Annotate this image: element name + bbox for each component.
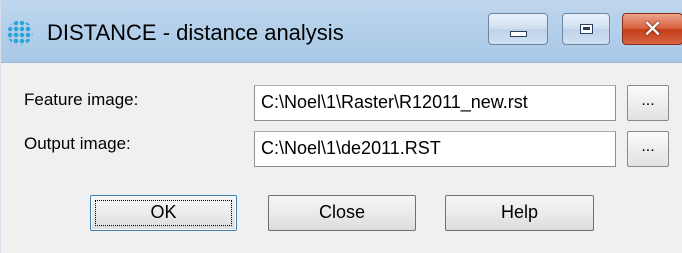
close-icon: ✕ — [642, 15, 663, 43]
feature-image-input[interactable]: C:\Noel\1\Raster\R12011_new.rst — [254, 85, 616, 121]
feature-image-label: Feature image: — [24, 90, 139, 109]
minimize-icon — [509, 30, 527, 37]
output-image-browse-button[interactable]: ... — [627, 131, 669, 167]
help-button[interactable]: Help — [445, 195, 594, 231]
feature-image-browse-button[interactable]: ... — [627, 85, 669, 121]
minimize-button[interactable] — [488, 13, 548, 45]
title-bar[interactable]: DISTANCE - distance analysis ✕ — [1, 0, 682, 63]
app-icon — [7, 20, 33, 46]
window-title: DISTANCE - distance analysis — [47, 20, 344, 45]
distance-dialog: DISTANCE - distance analysis ✕ Feature i… — [0, 0, 682, 253]
close-button[interactable]: Close — [268, 195, 416, 231]
output-image-label: Output image: — [24, 134, 131, 153]
output-image-input[interactable]: C:\Noel\1\de2011.RST — [254, 131, 616, 167]
help-button-label: Help — [500, 202, 539, 222]
close-window-button[interactable]: ✕ — [622, 13, 682, 45]
focus-rectangle — [95, 200, 232, 226]
ok-button[interactable]: OK — [90, 195, 237, 231]
maximize-icon — [579, 24, 593, 34]
maximize-button[interactable] — [562, 13, 610, 45]
close-button-label: Close — [318, 202, 366, 222]
